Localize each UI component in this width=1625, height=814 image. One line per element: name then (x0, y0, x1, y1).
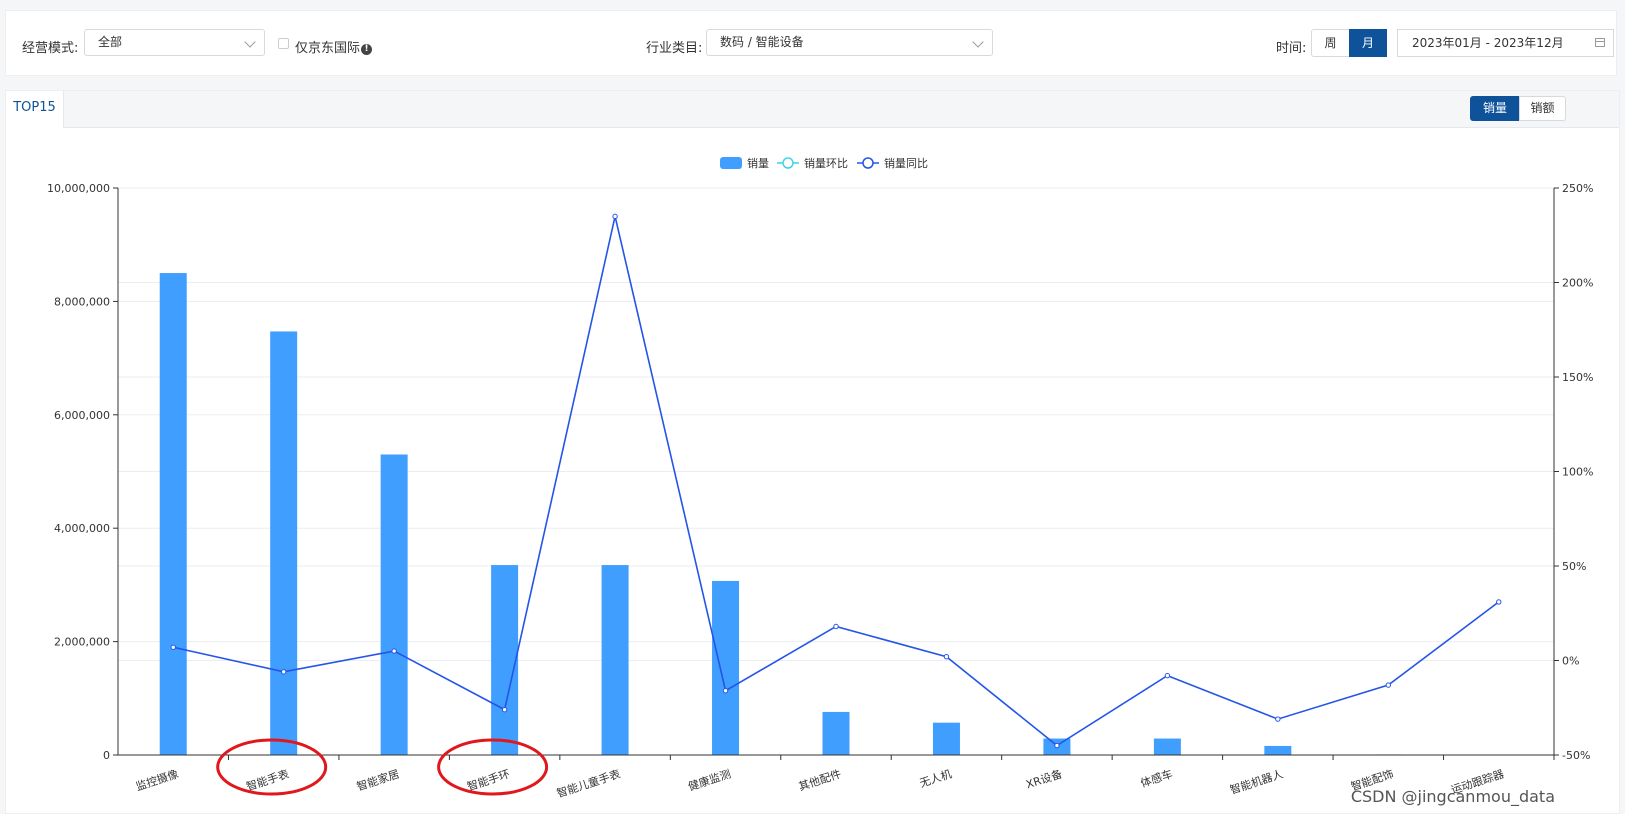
series-line (173, 216, 1500, 747)
y-right-tick-label: 100% (1562, 466, 1593, 479)
watermark: CSDN @jingcanmou_data (1350, 787, 1555, 806)
line-point (612, 213, 618, 220)
x-tick-label: XR设备 (1024, 767, 1064, 792)
bar (712, 580, 740, 755)
bar (270, 331, 298, 755)
line-point (943, 654, 950, 660)
y-right-tick-label: 200% (1562, 277, 1593, 290)
bar (1264, 745, 1292, 755)
y-right-tick-label: 0% (1562, 655, 1579, 668)
y-left-tick-label: 2,000,000 (54, 636, 110, 649)
y-left-tick-label: 4,000,000 (54, 522, 110, 535)
y-left-tick-label: 0 (103, 749, 110, 762)
y-right-tick-label: 50% (1562, 560, 1586, 573)
y-left-tick-label: 8,000,000 (54, 295, 110, 308)
line-point (1164, 672, 1171, 679)
bar (822, 711, 850, 755)
line-point (1496, 599, 1502, 605)
x-tick-label: 智能机器人 (1228, 767, 1285, 797)
bars (159, 273, 1513, 756)
x-tick-label: 健康监测 (686, 767, 732, 794)
bar (932, 722, 960, 755)
x-tick-label: 监控摄像 (134, 767, 180, 794)
x-tick-label: 智能家居 (355, 767, 401, 794)
sales-chart: 0 2,000,000 4,000,000 6,000,000 8,000,000 10,… (47, 156, 1593, 801)
bar (601, 565, 629, 755)
legend-label: 销量环比 (804, 156, 848, 170)
x-tick-label: 智能手表 (244, 767, 290, 794)
line-point (170, 644, 176, 650)
legend[interactable]: 销量 销量环比 销量同比 (720, 156, 928, 170)
line-point (280, 669, 287, 675)
line-point (391, 648, 397, 654)
legend-swatch-marker (862, 157, 874, 169)
legend-swatch (720, 157, 742, 169)
line-point (722, 688, 729, 694)
grid (118, 187, 1554, 661)
x-tick-label: 其他配件 (797, 767, 843, 793)
line-point (501, 706, 508, 713)
x-tick-label: 无人机 (918, 767, 954, 791)
x-tick-label: 体感车 (1139, 767, 1175, 791)
bar (1153, 738, 1181, 755)
legend-swatch-marker (782, 157, 794, 169)
bar (491, 565, 519, 755)
y-right-tick-label: -50% (1562, 749, 1590, 762)
legend-label: 销量同比 (884, 156, 928, 170)
y-right-tick-label: 250% (1562, 182, 1593, 195)
bar (159, 273, 187, 755)
lines (170, 213, 1502, 749)
line-point (1054, 742, 1060, 749)
y-left-tick-label: 6,000,000 (54, 409, 110, 422)
y-left-tick-label: 10,000,000 (47, 182, 110, 195)
legend-label: 销量 (747, 156, 769, 170)
y-right-tick-label: 150% (1562, 371, 1593, 384)
line-point (1385, 682, 1392, 688)
x-tick-label: 智能儿童手表 (555, 767, 622, 801)
bar (380, 454, 408, 755)
line-point (1275, 716, 1281, 722)
line-point (833, 623, 839, 630)
x-tick-label: 智能手环 (465, 767, 511, 794)
